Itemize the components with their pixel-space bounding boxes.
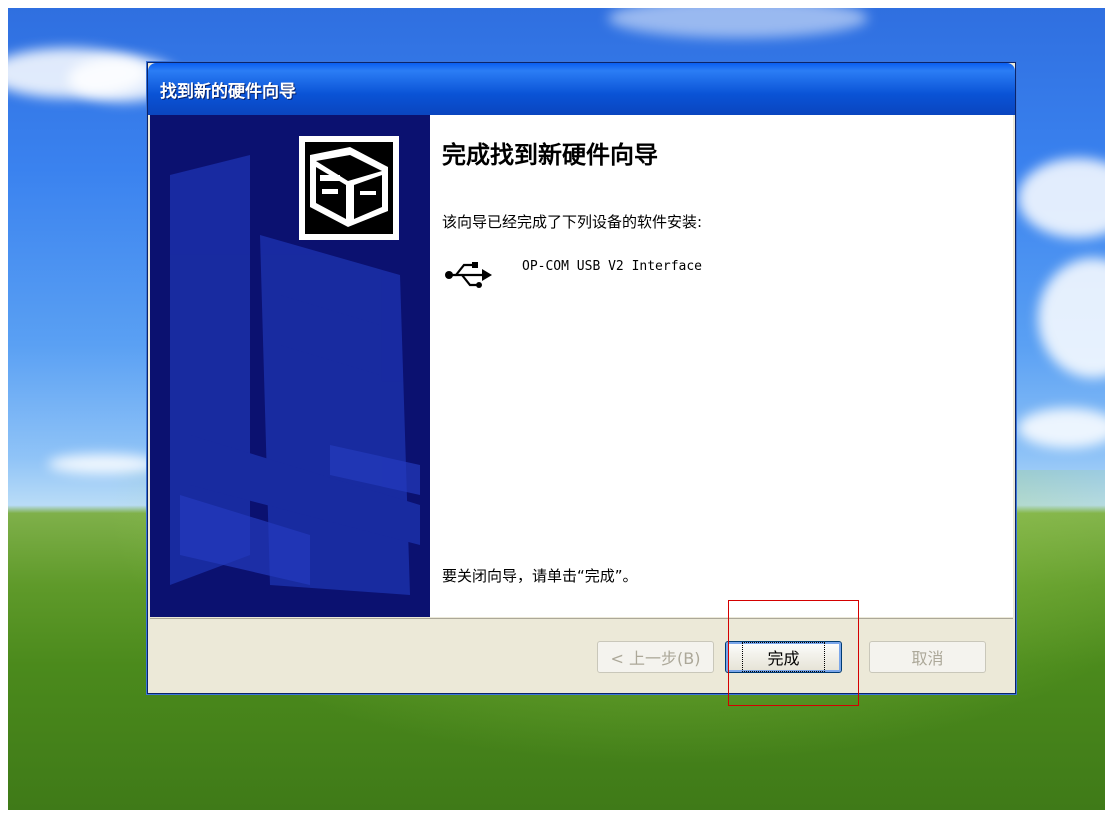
window-title: 找到新的硬件向导 bbox=[160, 82, 296, 102]
cancel-button[interactable]: 取消 bbox=[869, 641, 986, 673]
wizard-content: 完成找到新硬件向导 该向导已经完成了下列设备的软件安装: OP-COM USB … bbox=[430, 115, 1013, 617]
finish-button-label: 完成 bbox=[742, 642, 825, 672]
cancel-button-label: 取消 bbox=[911, 649, 944, 668]
title-bar[interactable]: 找到新的硬件向导 bbox=[148, 63, 1015, 115]
found-new-hardware-wizard-dialog: 找到新的硬件向导 完成找到新硬件向导 该向导已经完成了下列设备的软件安装: OP… bbox=[147, 62, 1016, 694]
installed-device-row: OP-COM USB V2 Interface bbox=[442, 253, 862, 293]
finish-button[interactable]: 完成 bbox=[725, 641, 842, 673]
usb-icon bbox=[445, 262, 492, 288]
hardware-banner-graphic bbox=[150, 115, 430, 617]
page-title: 完成找到新硬件向导 bbox=[442, 141, 658, 169]
device-name: OP-COM USB V2 Interface bbox=[522, 259, 703, 274]
completion-description: 该向导已经完成了下列设备的软件安装: bbox=[442, 213, 703, 231]
back-button[interactable]: < 上一步(B) bbox=[597, 641, 714, 673]
hardware-icon bbox=[299, 136, 399, 240]
close-instruction: 要关闭向导，请单击“完成”。 bbox=[442, 567, 638, 585]
back-button-label: < 上一步(B) bbox=[610, 649, 701, 668]
wizard-side-banner bbox=[150, 115, 430, 617]
button-bar: < 上一步(B) 完成 取消 bbox=[150, 618, 1013, 692]
